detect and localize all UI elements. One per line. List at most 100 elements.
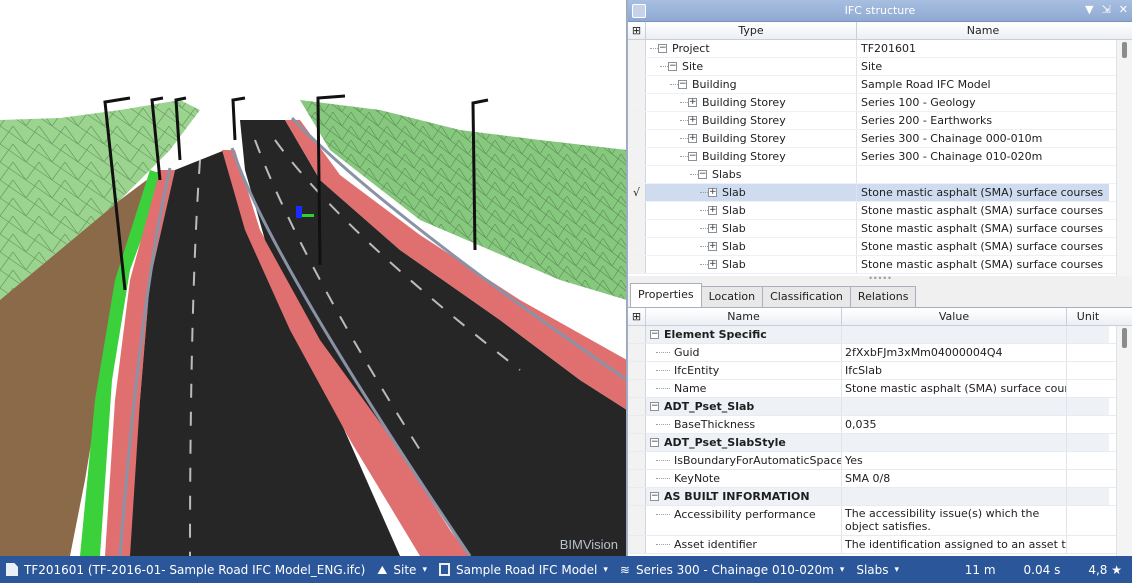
tree-expander-icon[interactable]: + — [688, 98, 697, 107]
property-value: Stone mastic asphalt (SMA) surface cours… — [842, 380, 1067, 397]
properties-scrollbar[interactable] — [1116, 326, 1132, 556]
tree-row-check[interactable] — [628, 130, 646, 147]
tree-row-name: Stone mastic asphalt (SMA) surface cours… — [861, 222, 1104, 235]
tree-row[interactable]: − Site Site — [628, 58, 1132, 76]
property-name: Guid — [674, 346, 700, 359]
tree-row-check[interactable]: √ — [628, 184, 646, 201]
tree-row-check[interactable] — [628, 94, 646, 111]
properties-options-icon[interactable]: ⊞ — [628, 308, 646, 325]
tab-properties[interactable]: Properties — [630, 283, 702, 307]
column-header-name[interactable]: Name — [857, 22, 1109, 39]
tree-row-check[interactable] — [628, 58, 646, 75]
property-name: Asset identifier — [674, 538, 757, 551]
group-collapse-icon[interactable]: − — [650, 492, 659, 501]
status-time: 0.04 s — [1023, 562, 1061, 577]
column-header-prop-unit[interactable]: Unit — [1067, 308, 1109, 325]
tree-expander-icon[interactable]: − — [668, 62, 677, 71]
panel-pin-icon[interactable]: ⇲ — [1102, 3, 1111, 16]
property-group-row[interactable]: − AS BUILT INFORMATION — [628, 488, 1132, 506]
tree-expander-icon[interactable]: + — [708, 242, 717, 251]
tree-row-check[interactable] — [628, 220, 646, 237]
tree-row[interactable]: + Slab Stone mastic asphalt (SMA) surface … — [628, 220, 1132, 238]
tree-row[interactable]: − Building Storey Series 300 - Chainage 01… — [628, 148, 1132, 166]
tree-options-icon[interactable]: ⊞ — [628, 22, 646, 39]
tree-row-check[interactable] — [628, 166, 646, 183]
property-row[interactable]: IfcEntity IfcSlab — [628, 362, 1132, 380]
status-rating[interactable]: 4,8 ★ — [1088, 563, 1122, 577]
tree-row[interactable]: √ + Slab Stone mastic asphalt (SMA) surface… — [628, 184, 1132, 202]
properties-grid[interactable]: ⊞ Name Value Unit − Element Specific Guid 2… — [628, 308, 1132, 556]
tree-row[interactable]: + Building Storey Series 300 - Chainage 00… — [628, 130, 1132, 148]
status-file[interactable]: TF201601 (TF-2016-01- Sample Road IFC Mo… — [6, 563, 365, 577]
property-name: BaseThickness — [674, 418, 756, 431]
property-row[interactable]: Name Stone mastic asphalt (SMA) surface c… — [628, 380, 1132, 398]
property-row[interactable]: Guid 2fXxbFJm3xMm04000004Q4 — [628, 344, 1132, 362]
details-tabs: Properties Location Classification Relat… — [628, 283, 1132, 308]
tree-expander-icon[interactable]: + — [688, 134, 697, 143]
tree-row-name — [857, 166, 1109, 183]
property-group-row[interactable]: − ADT_Pset_SlabStyle — [628, 434, 1132, 452]
property-value: The accessibility issue(s) which the obj… — [842, 506, 1067, 535]
property-unit — [1067, 398, 1109, 415]
tree-row-check[interactable] — [628, 256, 646, 273]
column-header-type[interactable]: Type — [646, 22, 857, 39]
tree-row-check[interactable] — [628, 148, 646, 165]
property-group-row[interactable]: − ADT_Pset_Slab — [628, 398, 1132, 416]
3d-viewport[interactable]: BIMVision — [0, 0, 627, 556]
tree-row-check[interactable] — [628, 40, 646, 57]
tree-row-check[interactable] — [628, 112, 646, 129]
tree-expander-icon[interactable]: + — [708, 260, 717, 269]
property-row[interactable]: BaseThickness 0,035 — [628, 416, 1132, 434]
status-storey[interactable]: ≋ Series 300 - Chainage 010-020m ▾ — [620, 563, 844, 578]
property-name: Name — [674, 382, 707, 395]
property-name: ADT_Pset_SlabStyle — [664, 436, 786, 449]
tree-row-type: Project — [672, 42, 710, 55]
tree-row[interactable]: + Slab Stone mastic asphalt (SMA) surface … — [628, 238, 1132, 256]
tab-classification[interactable]: Classification — [762, 286, 851, 307]
group-collapse-icon[interactable]: − — [650, 438, 659, 447]
tree-row-check[interactable] — [628, 76, 646, 93]
tree-expander-icon[interactable]: + — [708, 206, 717, 215]
tree-row[interactable]: + Slab Stone mastic asphalt (SMA) surface … — [628, 202, 1132, 220]
status-building[interactable]: Sample Road IFC Model ▾ — [438, 563, 608, 577]
panel-dropdown-icon[interactable]: ▼ — [1085, 3, 1093, 16]
property-row[interactable]: Asset identifier The identification assig… — [628, 536, 1132, 554]
property-value — [842, 326, 1067, 343]
panel-splitter[interactable]: ••••• — [628, 275, 1132, 284]
site-icon: ⛰ — [377, 563, 388, 577]
tree-expander-icon[interactable]: + — [688, 116, 697, 125]
tree-row-check[interactable] — [628, 202, 646, 219]
column-header-prop-value[interactable]: Value — [842, 308, 1067, 325]
tree-row[interactable]: + Building Storey Series 100 - Geology — [628, 94, 1132, 112]
tree-expander-icon[interactable]: − — [688, 152, 697, 161]
tree-expander-icon[interactable]: − — [658, 44, 667, 53]
tree-row[interactable]: − Slabs — [628, 166, 1132, 184]
status-site[interactable]: ⛰ Site ▾ — [377, 563, 427, 578]
property-value — [842, 434, 1067, 451]
tree-row-name: TF201601 — [861, 42, 917, 55]
property-row[interactable]: Accessibility performance The accessibili… — [628, 506, 1132, 536]
panel-close-icon[interactable]: ✕ — [1119, 3, 1128, 16]
property-row[interactable]: IsBoundaryForAutomaticSpaces Yes — [628, 452, 1132, 470]
tree-row-check[interactable] — [628, 238, 646, 255]
tab-relations[interactable]: Relations — [849, 286, 917, 307]
tree-row[interactable]: − Project TF201601 — [628, 40, 1132, 58]
tree-expander-icon[interactable]: + — [708, 224, 717, 233]
tab-location[interactable]: Location — [700, 286, 764, 307]
property-value: Yes — [842, 452, 1067, 469]
tree-row[interactable]: + Building Storey Series 200 - Earthworks — [628, 112, 1132, 130]
group-collapse-icon[interactable]: − — [650, 330, 659, 339]
group-collapse-icon[interactable]: − — [650, 402, 659, 411]
tree-row[interactable]: − Building Sample Road IFC Model — [628, 76, 1132, 94]
property-group-row[interactable]: − Element Specific — [628, 326, 1132, 344]
tree-expander-icon[interactable]: − — [698, 170, 707, 179]
tree-expander-icon[interactable]: − — [678, 80, 687, 89]
tree-scrollbar[interactable] — [1116, 40, 1132, 276]
tree-expander-icon[interactable]: + — [708, 188, 717, 197]
tree-row[interactable]: + Slab Stone mastic asphalt (SMA) surface … — [628, 256, 1132, 274]
status-category[interactable]: Slabs ▾ — [856, 563, 899, 577]
property-row[interactable]: KeyNote SMA 0/8 — [628, 470, 1132, 488]
bimvision-watermark: BIMVision — [559, 537, 618, 552]
column-header-prop-name[interactable]: Name — [646, 308, 842, 325]
ifc-tree-grid[interactable]: ⊞ Type Name − Project TF201601− Site Site − Bu… — [628, 22, 1132, 276]
